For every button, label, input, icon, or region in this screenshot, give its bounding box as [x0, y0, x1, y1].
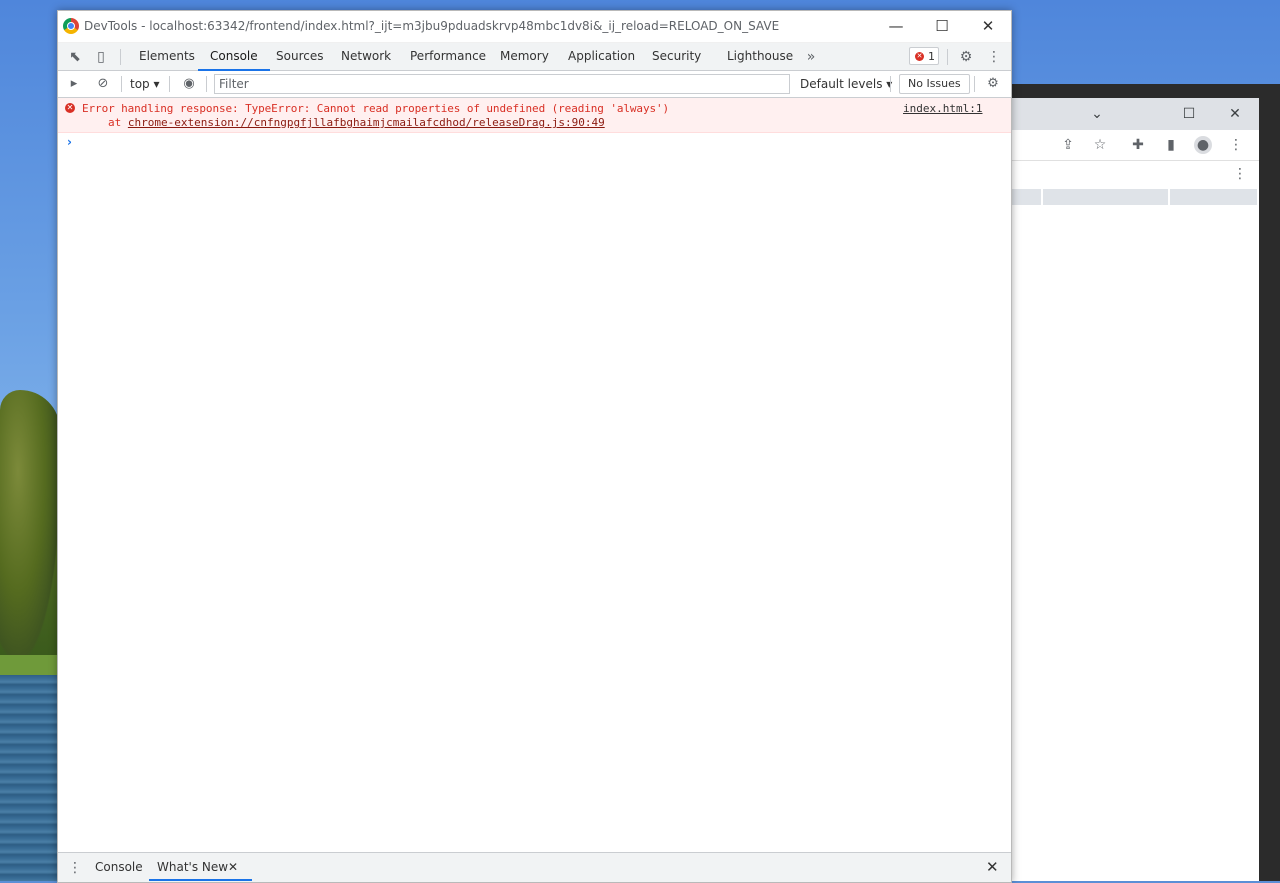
kebab-menu-icon[interactable]: ⋮ [1227, 136, 1245, 154]
background-browser-window[interactable]: ⌄ ☐ ✕ ⇪ ☆ ✚ ▮ ● ⋮ ⋮ [1010, 98, 1259, 881]
close-tab-icon[interactable]: ✕ [228, 853, 238, 881]
tab-sources[interactable]: Sources [276, 43, 323, 70]
close-icon[interactable]: ✕ [1225, 104, 1245, 124]
chrome-logo-icon [63, 18, 79, 34]
chevron-down-icon[interactable]: ⌄ [1087, 104, 1107, 124]
drawer-tabbar: ⋮ Console What's New ✕ ✕ [58, 852, 1011, 882]
background-table-header [1011, 189, 1257, 205]
tab-network[interactable]: Network [341, 43, 391, 70]
devtools-window: DevTools - localhost:63342/frontend/inde… [57, 10, 1012, 883]
titlebar: DevTools - localhost:63342/frontend/inde… [58, 11, 1011, 43]
minimize-button[interactable]: — [873, 11, 919, 42]
close-button[interactable]: ✕ [965, 11, 1011, 42]
error-stack-line: at chrome-extension://cnfngpgfjllafbghai… [108, 116, 605, 129]
error-icon: ✕ [65, 103, 75, 113]
tab-memory[interactable]: Memory [500, 43, 549, 70]
close-drawer-icon[interactable]: ✕ [986, 853, 999, 881]
drawer-tab-whats-new[interactable]: What's New [148, 853, 253, 881]
tab-lighthouse[interactable]: Lighthouse [727, 43, 793, 70]
more-tabs-icon[interactable]: » [801, 47, 821, 67]
error-count-badge[interactable]: ✕ 1 [909, 47, 939, 65]
tab-elements[interactable]: Elements [139, 43, 195, 70]
wallpaper-trees [0, 390, 60, 660]
device-toolbar-icon[interactable]: ▯ [91, 47, 111, 67]
devtools-tabbar: ⬉ ▯ Elements Console Sources Network Per… [58, 43, 1011, 71]
star-icon[interactable]: ☆ [1091, 136, 1109, 154]
maximize-button[interactable]: ☐ [919, 11, 965, 42]
tab-console[interactable]: Console [198, 43, 270, 71]
console-prompt[interactable]: › [58, 133, 1011, 153]
prompt-caret-icon: › [67, 135, 72, 149]
wallpaper-water [0, 675, 60, 881]
drawer-menu-icon[interactable]: ⋮ [68, 858, 82, 878]
console-toolbar: ▸ ⊘ top ▾ ◉ Default levels ▾ No Issues ⚙ [58, 71, 1011, 98]
eye-icon[interactable]: ◉ [179, 74, 199, 94]
maximize-icon[interactable]: ☐ [1179, 104, 1199, 124]
console-messages: ✕ Error handling response: TypeError: Ca… [58, 98, 1011, 153]
error-icon: ✕ [915, 52, 924, 61]
tab-application[interactable]: Application [568, 43, 635, 70]
clear-console-icon[interactable]: ⊘ [93, 74, 113, 94]
log-levels-dropdown[interactable]: Default levels ▾ [800, 71, 892, 97]
kebab-menu-icon[interactable]: ⋮ [1233, 166, 1247, 182]
sidebar-toggle-icon[interactable]: ▸ [64, 74, 84, 94]
settings-gear-icon[interactable]: ⚙ [956, 47, 976, 67]
puzzle-icon[interactable]: ✚ [1129, 136, 1147, 154]
context-selector[interactable]: top ▾ [130, 71, 160, 97]
error-stack-link[interactable]: chrome-extension://cnfngpgfjllafbghaimjc… [128, 116, 605, 129]
inspect-element-icon[interactable]: ⬉ [65, 47, 85, 67]
error-text: Error handling response: TypeError: Cann… [82, 102, 670, 115]
wallpaper-grass [0, 655, 60, 675]
tab-performance[interactable]: Performance [410, 43, 486, 70]
side-panel-icon[interactable]: ▮ [1162, 136, 1180, 154]
background-browser-toolbar: ⇪ ☆ ✚ ▮ ● ⋮ [1011, 130, 1259, 161]
issues-button[interactable]: No Issues [899, 74, 970, 94]
tab-security[interactable]: Security [652, 43, 701, 70]
kebab-menu-icon[interactable]: ⋮ [984, 47, 1004, 67]
console-settings-gear-icon[interactable]: ⚙ [983, 74, 1003, 94]
drawer-tab-console[interactable]: Console [95, 853, 143, 881]
error-source-link[interactable]: index.html:1 [903, 102, 982, 115]
background-browser-bookmarks: ⋮ [1011, 161, 1259, 189]
share-icon[interactable]: ⇪ [1059, 136, 1077, 154]
window-title: DevTools - localhost:63342/frontend/inde… [84, 19, 780, 33]
background-browser-titlebar: ⌄ ☐ ✕ [1011, 98, 1259, 130]
avatar[interactable]: ● [1194, 136, 1212, 154]
filter-input[interactable] [214, 74, 790, 94]
console-error-message: ✕ Error handling response: TypeError: Ca… [58, 98, 1011, 133]
